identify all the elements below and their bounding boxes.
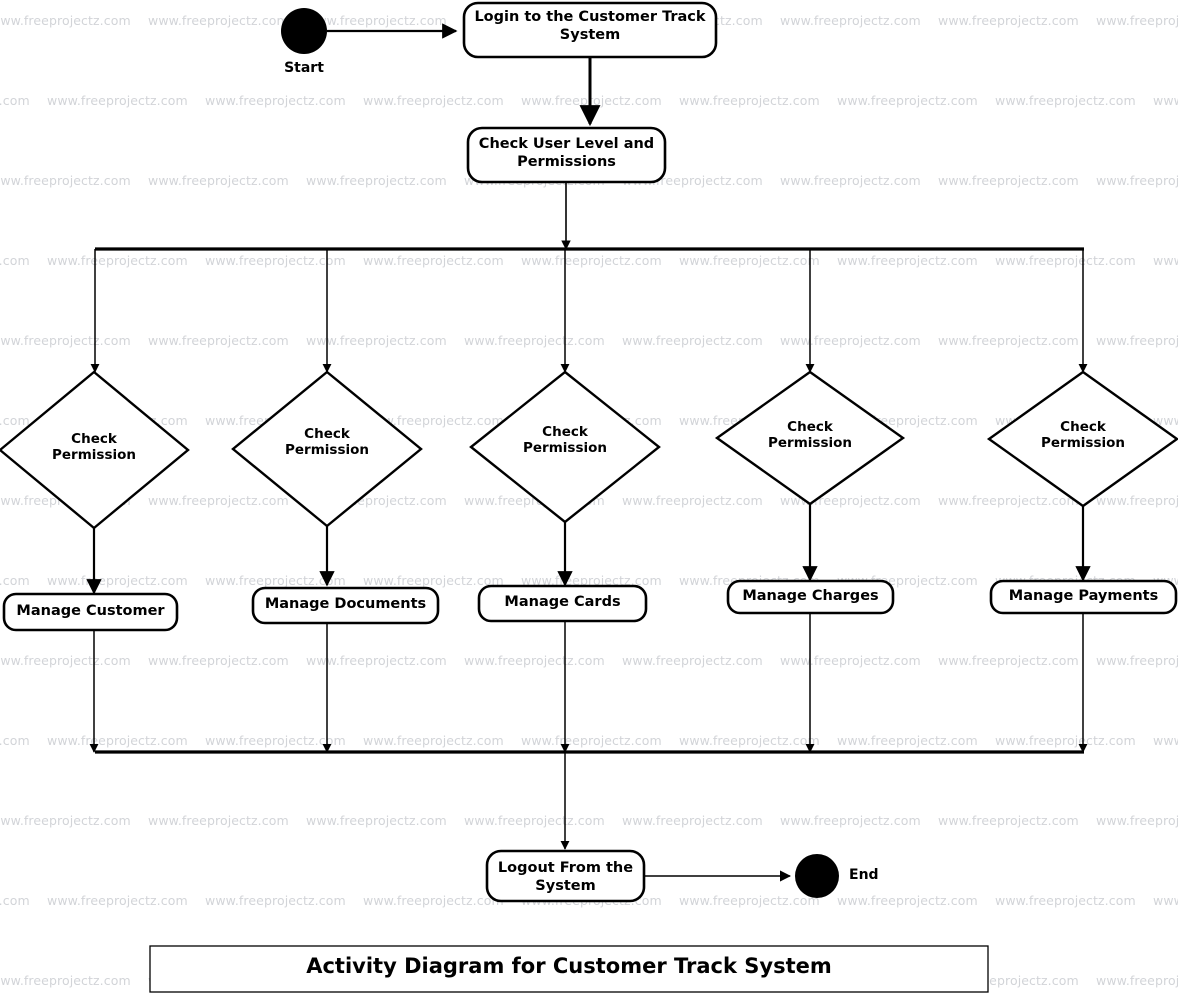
decision-check-permission-5 [986,370,1178,508]
action-manage-cards [477,584,648,623]
action-logout [485,849,646,903]
action-check-user-level [466,126,667,184]
decision-check-permission-1 [0,370,190,530]
action-manage-customer [2,592,179,632]
decision-check-permission-4 [714,370,906,506]
action-manage-payments [989,579,1178,615]
start-node [281,8,327,54]
decision-check-permission-2 [231,370,423,528]
decision-check-permission-3 [469,370,661,524]
end-node [795,854,839,898]
action-manage-documents [251,586,440,625]
activity-diagram-canvas: www.freeprojectz.com www.freeprojectz.com… [0,0,1178,994]
action-manage-charges [726,579,895,615]
diagram-vectors [0,1,1178,993]
title-box [149,945,989,993]
action-login [462,1,718,59]
